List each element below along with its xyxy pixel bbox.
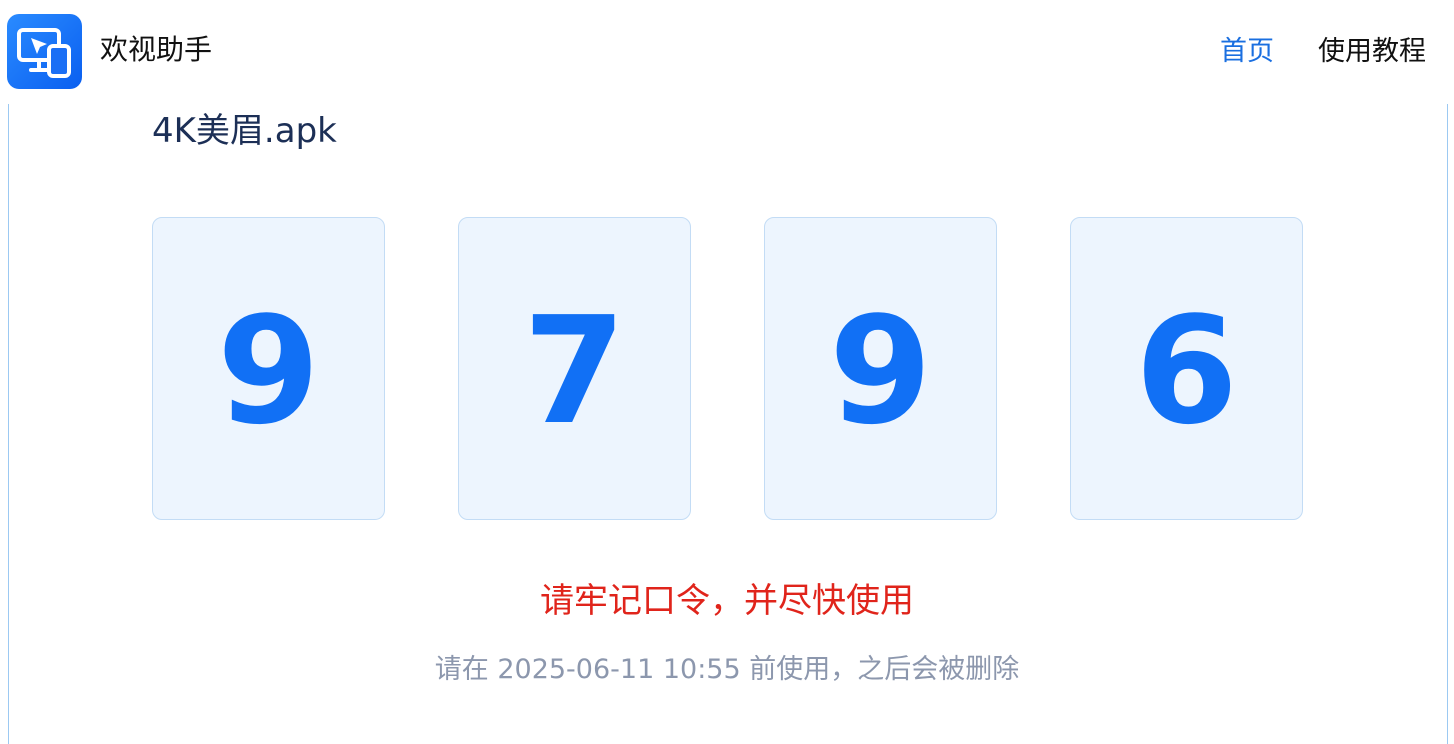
code-digit: 9 bbox=[829, 284, 932, 457]
remember-code-warning: 请牢记口令，并尽快使用 bbox=[540, 581, 914, 621]
expiry-notice: 请在 2025-06-11 10:55 前使用，之后会被删除 bbox=[434, 654, 1020, 685]
file-name: 4K美眉.apk bbox=[152, 111, 337, 151]
top-header: 欢视助手 首页 使用教程 bbox=[0, 0, 1454, 104]
code-digit-box: 9 bbox=[764, 217, 997, 520]
screen-cast-logo-icon[interactable] bbox=[7, 14, 82, 89]
code-digit-box: 9 bbox=[152, 217, 385, 520]
code-digit: 7 bbox=[523, 284, 626, 457]
nav-home-link[interactable]: 首页 bbox=[1220, 32, 1274, 72]
code-digit-box: 6 bbox=[1070, 217, 1303, 520]
nav-tutorial-link[interactable]: 使用教程 bbox=[1318, 32, 1426, 72]
app-title: 欢视助手 bbox=[100, 33, 213, 66]
code-digit-box: 7 bbox=[458, 217, 691, 520]
code-digit: 6 bbox=[1135, 284, 1238, 457]
code-digit: 9 bbox=[217, 284, 320, 457]
